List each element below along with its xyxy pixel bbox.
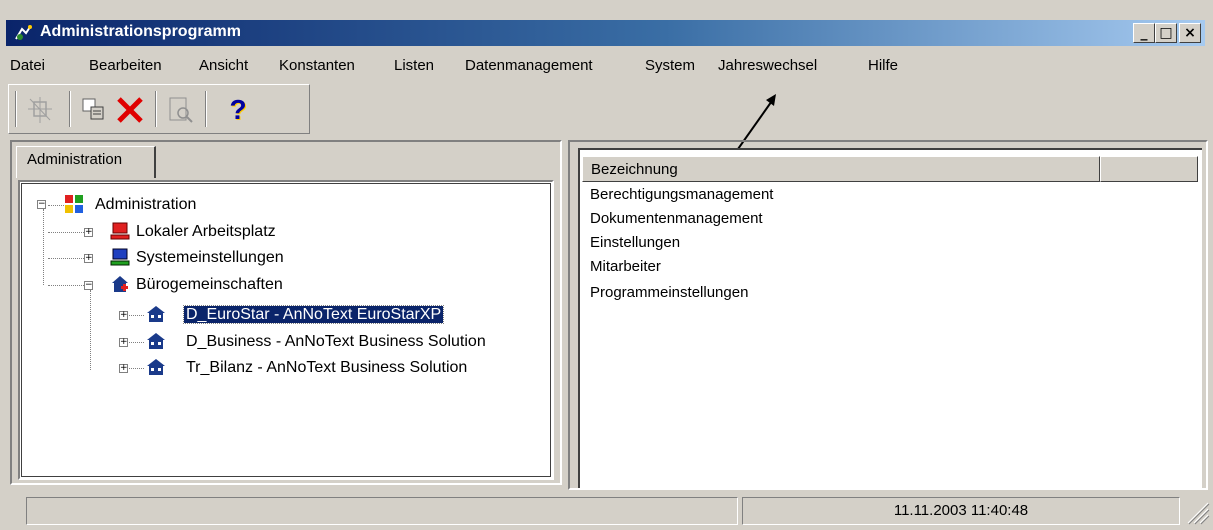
expand-toggle[interactable]: +: [119, 364, 128, 373]
toolbar-grip: [15, 91, 17, 127]
new-item-icon[interactable]: [23, 93, 57, 127]
tree-item-lokaler-arbeitsplatz[interactable]: Lokaler Arbeitsplatz: [136, 221, 276, 243]
menu-konstanten[interactable]: Konstanten: [279, 57, 355, 74]
toolbar-separator: [205, 91, 207, 127]
menu-bar: Datei Bearbeiten Ansicht Konstanten List…: [6, 48, 1205, 82]
expand-toggle[interactable]: +: [119, 338, 128, 347]
help-icon[interactable]: ?: [221, 93, 255, 127]
tree-item-label: D_EuroStar - AnNoText EuroStarXP: [182, 305, 445, 324]
menu-bearbeiten[interactable]: Bearbeiten: [89, 57, 162, 74]
administration-icon: [65, 195, 83, 213]
tree-item-d-business[interactable]: D_Business - AnNoText Business Solution: [186, 331, 486, 353]
tree-item-label: Tr_Bilanz - AnNoText Business Solution: [186, 359, 468, 376]
maximize-button[interactable]: □: [1155, 23, 1177, 43]
tree-line: [43, 209, 44, 285]
tree-item-label: D_Business - AnNoText Business Solution: [186, 333, 486, 350]
title-bar[interactable]: Administrationsprogramm _ □ ×: [6, 20, 1205, 46]
list-item[interactable]: Berechtigungsmanagement: [590, 184, 773, 206]
tree-item-d-eurostar[interactable]: D_EuroStar - AnNoText EuroStarXP: [182, 304, 445, 326]
tree-line: [48, 258, 86, 259]
tree-item-administration[interactable]: Administration: [95, 194, 196, 216]
minimize-button[interactable]: _: [1133, 23, 1155, 43]
tree-item-label: Lokaler Arbeitsplatz: [136, 223, 276, 240]
tree-item-label: Bürogemeinschaften: [136, 276, 283, 293]
app-icon: [15, 25, 32, 40]
delete-icon[interactable]: [113, 93, 147, 127]
tree-item-systemeinstellungen[interactable]: Systemeinstellungen: [136, 247, 284, 269]
menu-datei[interactable]: Datei: [10, 57, 45, 74]
resize-grip-icon[interactable]: [1182, 497, 1210, 525]
office-group-icon: [112, 276, 128, 292]
tree-line: [48, 205, 64, 206]
computer-red-icon: [110, 222, 130, 240]
print-preview-icon[interactable]: [163, 93, 197, 127]
menu-system[interactable]: System: [645, 57, 695, 74]
menu-hilfe[interactable]: Hilfe: [868, 57, 898, 74]
list-item[interactable]: Dokumentenmanagement: [590, 208, 763, 230]
menu-jahreswechsel[interactable]: Jahreswechsel: [718, 57, 817, 74]
tree-line: [48, 232, 86, 233]
status-datetime: 11.11.2003 11:40:48: [742, 497, 1180, 525]
close-button[interactable]: ×: [1179, 23, 1201, 43]
tree-item-label: Systemeinstellungen: [136, 249, 284, 266]
tree-item-tr-bilanz[interactable]: Tr_Bilanz - AnNoText Business Solution: [186, 357, 467, 379]
tree-item-label: Administration: [95, 196, 197, 213]
expand-toggle[interactable]: +: [84, 254, 93, 263]
tree-view[interactable]: [18, 180, 554, 480]
column-header-empty[interactable]: [1100, 156, 1198, 182]
collapse-toggle[interactable]: −: [84, 281, 93, 290]
list-item[interactable]: Einstellungen: [590, 232, 680, 254]
tab-administration[interactable]: Administration: [16, 146, 156, 178]
office-icon: [147, 333, 165, 349]
tree-line: [90, 290, 91, 370]
status-message: [26, 497, 738, 525]
toolbar: ?: [8, 84, 310, 134]
toolbar-separator: [155, 91, 157, 127]
collapse-toggle[interactable]: −: [37, 200, 46, 209]
computer-blue-icon: [110, 248, 130, 266]
column-header-bezeichnung[interactable]: Bezeichnung: [582, 156, 1100, 182]
tree-line: [48, 285, 86, 286]
app-window: Administrationsprogramm _ □ × Datei Bear…: [0, 0, 1213, 530]
copy-icon[interactable]: [77, 93, 111, 127]
office-icon: [147, 306, 165, 322]
list-item[interactable]: Programmeinstellungen: [590, 282, 748, 304]
menu-listen[interactable]: Listen: [394, 57, 434, 74]
office-icon: [147, 359, 165, 375]
window-title: Administrationsprogramm: [40, 23, 241, 40]
list-item[interactable]: Mitarbeiter: [590, 256, 661, 278]
tree-item-buerogemeinschaften[interactable]: Bürogemeinschaften: [136, 274, 283, 296]
menu-ansicht[interactable]: Ansicht: [199, 57, 248, 74]
expand-toggle[interactable]: +: [84, 228, 93, 237]
menu-datenmanagement[interactable]: Datenmanagement: [465, 57, 593, 74]
expand-toggle[interactable]: +: [119, 311, 128, 320]
toolbar-separator: [69, 91, 71, 127]
